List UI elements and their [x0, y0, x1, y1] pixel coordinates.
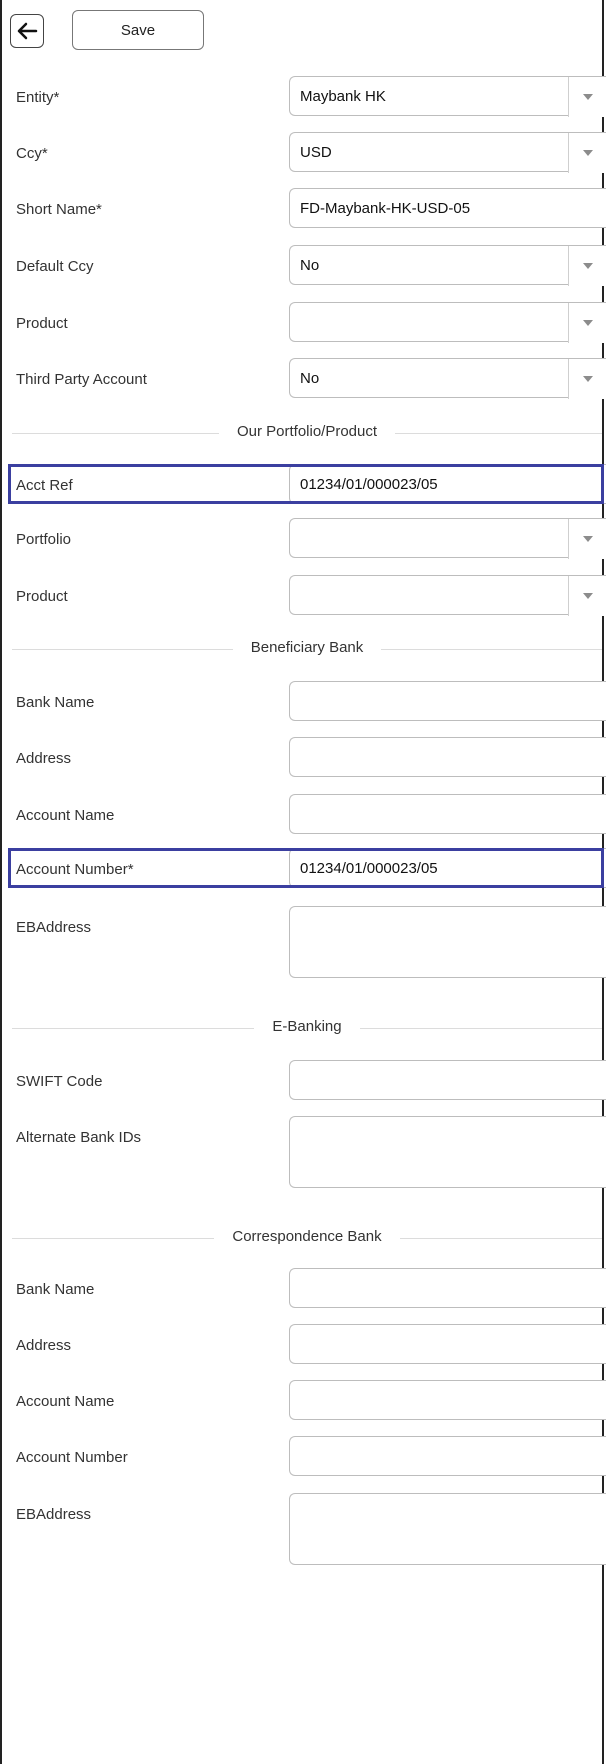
row-ebaddress: EBAddress [2, 906, 606, 986]
swift-code-label: SWIFT Code [16, 1073, 103, 1090]
corr-bank-name-input[interactable] [289, 1268, 606, 1308]
portfolio-select[interactable] [289, 518, 606, 559]
section-title: Beneficiary Bank [232, 639, 382, 656]
section-e-banking: E-Banking [12, 1018, 602, 1038]
ccy-dropdown-button[interactable] [568, 133, 606, 173]
ebaddress-textarea[interactable] [289, 906, 606, 978]
corr-account-name-input[interactable] [289, 1380, 606, 1420]
acct-ref-input[interactable]: 01234/01/000023/05 [289, 464, 606, 504]
corr-ebaddress-textarea[interactable] [289, 1493, 606, 1565]
row-address: Address [2, 737, 606, 783]
corr-account-number-input[interactable] [289, 1436, 606, 1476]
portfolio-product-label: Product [16, 588, 68, 605]
default-ccy-dropdown-button[interactable] [568, 246, 606, 286]
section-beneficiary-bank: Beneficiary Bank [12, 639, 602, 659]
caret-down-icon [582, 376, 593, 382]
entity-dropdown-button[interactable] [568, 77, 606, 117]
back-button[interactable] [10, 14, 44, 48]
third-party-value: No [300, 370, 320, 387]
product-dropdown-button[interactable] [568, 303, 606, 343]
row-acct-ref: Acct Ref 01234/01/000023/05 [2, 464, 606, 510]
arrow-left-icon [17, 22, 38, 40]
acct-ref-value: 01234/01/000023/05 [300, 476, 438, 493]
alternate-bank-ids-label: Alternate Bank IDs [16, 1129, 142, 1146]
save-button[interactable]: Save [72, 10, 204, 50]
row-alternate-bank-ids: Alternate Bank IDs [2, 1116, 606, 1196]
default-ccy-label: Default Ccy [16, 258, 94, 275]
caret-down-icon [582, 150, 593, 156]
caret-down-icon [582, 263, 593, 269]
acct-ref-label: Acct Ref [16, 477, 73, 494]
row-short-name: Short Name* FD-Maybank-HK-USD-05 [2, 188, 606, 234]
account-name-input[interactable] [289, 794, 606, 834]
section-title: Our Portfolio/Product [218, 423, 396, 440]
ccy-value: USD [300, 144, 332, 161]
entity-label: Entity* [16, 89, 60, 106]
entity-select[interactable]: Maybank HK [289, 76, 606, 117]
portfolio-label: Portfolio [16, 531, 72, 548]
row-bank-name: Bank Name [2, 681, 606, 727]
section-title: E-Banking [254, 1018, 360, 1035]
account-number-input[interactable]: 01234/01/000023/05 [289, 848, 606, 888]
row-account-number: Account Number* 01234/01/000023/05 [2, 848, 606, 894]
short-name-label: Short Name* [16, 201, 102, 218]
portfolio-dropdown-button[interactable] [568, 519, 606, 559]
corr-address-input[interactable] [289, 1324, 606, 1364]
row-product: Product [2, 302, 606, 348]
caret-down-icon [582, 94, 593, 100]
short-name-input[interactable]: FD-Maybank-HK-USD-05 [289, 188, 606, 228]
row-corr-ebaddress: EBAddress [2, 1493, 606, 1573]
section-our-portfolio: Our Portfolio/Product [12, 423, 602, 443]
caret-down-icon [582, 593, 593, 599]
row-default-ccy: Default Ccy No [2, 245, 606, 291]
address-label: Address [16, 750, 72, 767]
entity-value: Maybank HK [300, 88, 386, 105]
default-ccy-select[interactable]: No [289, 245, 606, 286]
caret-down-icon [582, 320, 593, 326]
section-title: Correspondence Bank [214, 1228, 400, 1245]
account-number-label: Account Number* [16, 861, 134, 878]
ccy-label: Ccy* [16, 145, 48, 162]
ebaddress-label: EBAddress [16, 919, 92, 936]
caret-down-icon [582, 536, 593, 542]
product-label: Product [16, 315, 68, 332]
product-select[interactable] [289, 302, 606, 343]
form-panel: Save Entity* Maybank HK Ccy* USD Short N… [0, 0, 606, 1764]
row-corr-account-number: Account Number [2, 1436, 606, 1482]
corr-account-number-label: Account Number [16, 1449, 128, 1466]
short-name-value: FD-Maybank-HK-USD-05 [300, 200, 471, 217]
row-entity: Entity* Maybank HK [2, 76, 606, 122]
corr-bank-name-label: Bank Name [16, 1281, 95, 1298]
row-corr-account-name: Account Name [2, 1380, 606, 1426]
row-ccy: Ccy* USD [2, 132, 606, 178]
row-corr-bank-name: Bank Name [2, 1268, 606, 1314]
bank-name-input[interactable] [289, 681, 606, 721]
account-number-value: 01234/01/000023/05 [300, 860, 438, 877]
corr-address-label: Address [16, 1337, 72, 1354]
bank-name-label: Bank Name [16, 694, 95, 711]
row-portfolio: Portfolio [2, 518, 606, 564]
portfolio-product-dropdown-button[interactable] [568, 576, 606, 616]
row-swift-code: SWIFT Code [2, 1060, 606, 1106]
portfolio-product-select[interactable] [289, 575, 606, 616]
row-third-party: Third Party Account No [2, 358, 606, 404]
third-party-select[interactable]: No [289, 358, 606, 399]
corr-ebaddress-label: EBAddress [16, 1506, 92, 1523]
account-name-label: Account Name [16, 807, 115, 824]
corr-account-name-label: Account Name [16, 1393, 115, 1410]
row-corr-address: Address [2, 1324, 606, 1370]
section-correspondence-bank: Correspondence Bank [12, 1228, 602, 1248]
third-party-label: Third Party Account [16, 371, 147, 388]
default-ccy-value: No [300, 257, 320, 274]
row-account-name: Account Name [2, 794, 606, 840]
swift-code-input[interactable] [289, 1060, 606, 1100]
alternate-bank-ids-textarea[interactable] [289, 1116, 606, 1188]
row-portfolio-product: Product [2, 575, 606, 621]
address-input[interactable] [289, 737, 606, 777]
third-party-dropdown-button[interactable] [568, 359, 606, 399]
ccy-select[interactable]: USD [289, 132, 606, 173]
